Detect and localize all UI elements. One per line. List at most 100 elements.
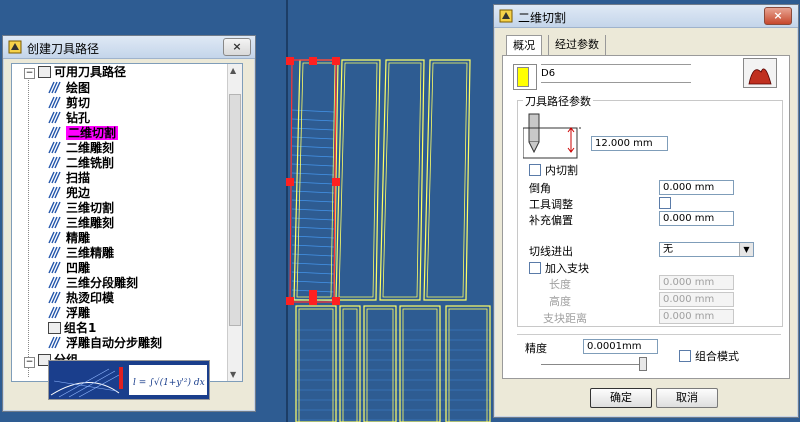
tool-library-icon[interactable] xyxy=(743,58,777,88)
tool-adjust-checkbox[interactable] xyxy=(659,197,671,209)
add-support-label: 加入支块 xyxy=(545,262,589,275)
selection-handle[interactable] xyxy=(286,57,294,65)
tree-item[interactable]: 凹雕 xyxy=(48,261,90,276)
toolpath-offset[interactable] xyxy=(366,308,394,422)
2d-cut-titlebar[interactable]: 二维切割 × xyxy=(494,5,798,28)
toolpath-outline[interactable] xyxy=(363,305,397,422)
tree-item[interactable]: 浮雕 xyxy=(48,306,90,321)
close-button[interactable]: × xyxy=(223,38,251,56)
dialog-title: 创建刀具路径 xyxy=(27,42,100,56)
selection-handles[interactable] xyxy=(286,57,340,305)
hatch-line xyxy=(291,271,335,275)
hatch-line xyxy=(291,181,335,185)
selection-handle[interactable] xyxy=(286,297,294,305)
selection-handle[interactable] xyxy=(332,178,340,186)
ok-button[interactable]: 确定 xyxy=(590,388,652,408)
tree-item[interactable]: 三维精雕 xyxy=(48,246,114,261)
toolpath-icon xyxy=(48,291,61,304)
collapse-toggle[interactable]: − xyxy=(24,68,35,79)
selection-handle[interactable] xyxy=(309,290,317,298)
toolpath-icon xyxy=(48,141,61,154)
precision-input[interactable]: 0.0001mm xyxy=(583,339,658,354)
toolpath-icon xyxy=(48,336,61,349)
selection-handle[interactable] xyxy=(332,297,340,305)
tree-item[interactable]: 二维切割 xyxy=(48,126,119,141)
scroll-down-icon[interactable]: ▼ xyxy=(230,370,236,379)
tree-item[interactable]: 精雕 xyxy=(48,231,90,246)
toolpath-offset[interactable] xyxy=(448,308,488,422)
tree-item[interactable]: 三维切割 xyxy=(48,201,114,216)
tree-item[interactable]: 剪切 xyxy=(48,96,90,111)
selection-handle[interactable] xyxy=(332,57,340,65)
tree-item[interactable]: 二维雕刻 xyxy=(48,141,114,156)
tree-item-label: 二维铣削 xyxy=(66,156,115,170)
hatch-line xyxy=(291,154,335,158)
lead-select[interactable]: 无 ▼ xyxy=(659,242,754,257)
tree-scrollbar[interactable]: ▲ ▼ xyxy=(227,64,242,381)
tree-item-label: 二维雕刻 xyxy=(66,141,115,155)
add-support-checkbox[interactable] xyxy=(529,262,541,274)
toolpath-outline[interactable] xyxy=(445,305,491,422)
tree-item[interactable]: 三维分段雕刻 xyxy=(48,276,138,291)
toolpath-icon xyxy=(48,186,61,199)
depth-diagram xyxy=(523,113,581,159)
combine-mode-checkbox[interactable] xyxy=(679,350,691,362)
toolpath-outline[interactable] xyxy=(423,59,471,301)
toolpath-offset[interactable] xyxy=(338,62,378,298)
toolpath-icon xyxy=(48,276,61,289)
length-input[interactable]: 0.000 mm xyxy=(659,275,734,290)
tree-item[interactable]: 三维雕刻 xyxy=(48,216,114,231)
tree-item[interactable]: 二维铣削 xyxy=(48,156,114,171)
chevron-down-icon[interactable]: ▼ xyxy=(739,243,753,256)
tree-item[interactable]: 热烫印模 xyxy=(48,291,114,306)
tab-overview[interactable]: 概况 xyxy=(506,35,542,56)
depth-input[interactable]: 12.000 mm xyxy=(591,136,668,151)
inner-cut-checkbox[interactable] xyxy=(529,164,541,176)
tool-color-swatch[interactable] xyxy=(513,64,537,90)
toolpath-offset[interactable] xyxy=(402,308,438,422)
toolpath-offset[interactable] xyxy=(298,308,334,422)
selection-handle[interactable] xyxy=(286,178,294,186)
chamfer-label: 倒角 xyxy=(529,182,551,195)
height-input[interactable]: 0.000 mm xyxy=(659,292,734,307)
close-button[interactable]: × xyxy=(764,7,792,25)
tree-item[interactable]: 绘图 xyxy=(48,81,90,96)
tab-pass-params[interactable]: 经过参数 xyxy=(548,35,606,55)
support-spacing-input[interactable]: 0.000 mm xyxy=(659,309,734,324)
toolpath-tree[interactable]: − 可用刀具路径 绘图 剪切 钻孔 二维切割 二维雕刻 二维铣削 扫描 兜边 三维切割 三维雕刻精… xyxy=(11,63,243,382)
toolpath-offset[interactable] xyxy=(382,62,422,298)
tree-item[interactable]: 兜边 xyxy=(48,186,90,201)
create-toolpath-titlebar[interactable]: 创建刀具路径 × xyxy=(3,36,255,59)
toolpath-icon xyxy=(48,111,61,124)
precision-slider-track[interactable] xyxy=(541,364,645,368)
tree-item-relief-auto[interactable]: 浮雕自动分步雕刻 xyxy=(48,336,162,351)
offset-input[interactable]: 0.000 mm xyxy=(659,211,734,226)
toolpath-group[interactable] xyxy=(289,59,491,422)
tree-root[interactable]: 可用刀具路径 xyxy=(38,65,126,80)
precision-slider-thumb[interactable] xyxy=(639,357,647,371)
toolpath-offset[interactable] xyxy=(426,62,468,298)
hatch-lines xyxy=(291,109,490,421)
tab-panel: D6 刀具路径参数 12.000 mm 内切割 倒角 0.000 mm 工具调整… xyxy=(502,55,790,379)
tree-item-label: 兜边 xyxy=(66,186,91,200)
chamfer-input[interactable]: 0.000 mm xyxy=(659,180,734,195)
toolpath-offset[interactable] xyxy=(342,308,358,422)
tree-item[interactable]: 扫描 xyxy=(48,171,90,186)
collapse-toggle[interactable]: − xyxy=(24,357,35,368)
tree-group[interactable]: 组名1 xyxy=(48,321,96,336)
toolpath-offset[interactable] xyxy=(296,62,336,298)
selection-handle[interactable] xyxy=(309,297,317,305)
toolpath-outline[interactable] xyxy=(295,305,337,422)
selection-handle[interactable] xyxy=(309,57,317,65)
cancel-button[interactable]: 取消 xyxy=(656,388,718,408)
tree-item-label: 浮雕 xyxy=(66,306,91,320)
offset-label: 补充偏置 xyxy=(529,214,573,227)
tool-name[interactable]: D6 xyxy=(541,68,555,79)
toolpath-icon xyxy=(48,231,61,244)
scroll-thumb[interactable] xyxy=(229,94,241,326)
tree-item[interactable]: 钻孔 xyxy=(48,111,90,126)
height-label: 高度 xyxy=(549,295,571,308)
scroll-up-icon[interactable]: ▲ xyxy=(230,66,236,75)
toolpath-outline[interactable] xyxy=(399,305,441,422)
lead-select-value: 无 xyxy=(663,244,673,255)
